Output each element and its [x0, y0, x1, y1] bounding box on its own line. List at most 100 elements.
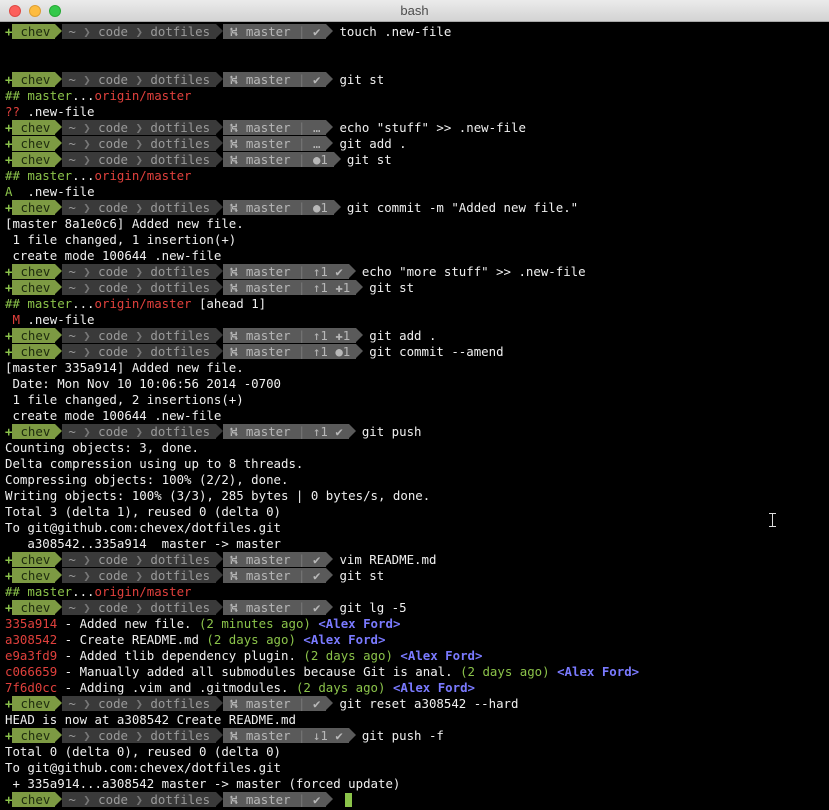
prompt-branch: ⛕ master | ↑1 ●1 — [223, 344, 357, 359]
prompt-home: ~ — [68, 600, 76, 615]
path-separator-icon: ❯ — [75, 552, 99, 567]
prompt-path: ~ ❯ code ❯ dotfiles — [62, 728, 217, 743]
segment-divider: | — [290, 24, 313, 39]
prompt-user: chev — [12, 552, 56, 567]
title-bar[interactable]: bash — [0, 0, 829, 22]
branch-icon: ⛕ — [229, 120, 239, 135]
segment-arrow-icon — [55, 136, 63, 150]
prompt-path: ~ ❯ code ❯ dotfiles — [62, 552, 217, 567]
log-entry: 335a914 - Added new file. (2 minutes ago… — [0, 616, 829, 632]
branch-name: master — [245, 728, 291, 743]
git-status: … — [312, 136, 321, 151]
prompt-plus: + — [5, 600, 13, 615]
prompt-home: ~ — [68, 280, 76, 295]
prompt-path-segment: dotfiles — [150, 120, 211, 135]
commit-time: (2 days ago) — [206, 632, 296, 647]
prompt-plus: + — [5, 136, 13, 151]
segment-arrow-icon — [216, 728, 224, 742]
command-text: git commit -m "Added new file." — [346, 200, 579, 215]
prompt-branch: ⛕ master | ✔ — [223, 72, 327, 87]
prompt-path-segment: dotfiles — [150, 200, 211, 215]
path-separator-icon: ❯ — [75, 200, 99, 215]
commit-message: - Create README.md — [57, 632, 207, 647]
prompt-user: chev — [12, 280, 56, 295]
prompt-home: ~ — [68, 72, 76, 87]
prompt-path-segment: code — [98, 72, 129, 87]
output-line: Writing objects: 100% (3/3), 285 bytes |… — [5, 488, 431, 503]
prompt-branch: ⛕ master | ✔ — [223, 792, 327, 807]
branch-name: master — [245, 72, 291, 87]
prompt-line: + chev ~ ❯ code ❯ dotfiles ⛕ master | ↓1 ✔ g… — [0, 728, 829, 744]
path-separator-icon: ❯ — [128, 200, 151, 215]
commit-hash: a308542 — [5, 632, 58, 647]
path-separator-icon: ❯ — [75, 568, 99, 583]
segment-arrow-icon — [216, 136, 224, 150]
path-separator-icon: ❯ — [128, 552, 151, 567]
path-separator-icon: ❯ — [128, 72, 151, 87]
prompt-path-segment: code — [98, 728, 129, 743]
prompt-user: chev — [12, 120, 56, 135]
prompt-plus: + — [5, 24, 13, 39]
prompt-branch: ⛕ master | ●1 — [223, 200, 334, 215]
commit-author: <Alex Ford> — [318, 616, 401, 631]
prompt-branch: ⛕ master | … — [223, 120, 327, 135]
prompt-home: ~ — [68, 152, 76, 167]
log-entry: a308542 - Create README.md (2 days ago) … — [0, 632, 829, 648]
prompt-line: + chev ~ ❯ code ❯ dotfiles ⛕ master | ↑1 ✔ e… — [0, 264, 829, 280]
prompt-user: chev — [12, 264, 56, 279]
segment-divider: | — [290, 728, 313, 743]
prompt-path-segment: code — [98, 600, 129, 615]
local-branch: ## master — [5, 296, 73, 311]
prompt-line: + chev ~ ❯ code ❯ dotfiles ⛕ master | ✔ touc… — [0, 24, 829, 40]
log-entry: c066659 - Manually added all submodules … — [0, 664, 829, 680]
branch-name: master — [245, 600, 291, 615]
prompt-path: ~ ❯ code ❯ dotfiles — [62, 24, 217, 39]
prompt-home: ~ — [68, 792, 76, 807]
segment-arrow-icon — [216, 280, 224, 294]
prompt-branch: ⛕ master | ●1 — [223, 152, 334, 167]
prompt-home: ~ — [68, 24, 76, 39]
command-text: git st — [346, 152, 392, 167]
commit-time: (2 days ago) — [460, 664, 550, 679]
segment-arrow-icon — [216, 328, 224, 342]
log-entry: 7f6d0cc - Adding .vim and .gitmodules. (… — [0, 680, 829, 696]
prompt-path: ~ ❯ code ❯ dotfiles — [62, 280, 217, 295]
command-text: git reset a308542 --hard — [339, 696, 519, 711]
commit-message: - Adding .vim and .gitmodules. — [57, 680, 296, 695]
file-name: .new-file — [12, 184, 95, 199]
commit-message: - Added new file. — [57, 616, 199, 631]
command-text: git lg -5 — [339, 600, 407, 615]
branch-icon: ⛕ — [229, 200, 239, 215]
command-text: git st — [369, 280, 415, 295]
commit-message: - Added tlib dependency plugin. — [57, 648, 304, 663]
local-branch: ## master — [5, 88, 73, 103]
prompt-line: + chev ~ ❯ code ❯ dotfiles ⛕ master | ✔ — [0, 792, 829, 808]
prompt-line: + chev ~ ❯ code ❯ dotfiles ⛕ master | ↑1 ✚1… — [0, 328, 829, 344]
segment-arrow-icon — [216, 696, 224, 710]
prompt-branch: ⛕ master | ✔ — [223, 568, 327, 583]
command-text: git commit --amend — [369, 344, 504, 359]
branch-icon: ⛕ — [229, 152, 239, 167]
prompt-branch: ⛕ master | ✔ — [223, 552, 327, 567]
prompt-path: ~ ❯ code ❯ dotfiles — [62, 568, 217, 583]
terminal-output[interactable]: + chev ~ ❯ code ❯ dotfiles ⛕ master | ✔ touc… — [0, 24, 829, 810]
prompt-path-segment: code — [98, 568, 129, 583]
output-line: [master 8a1e0c6] Added new file. — [5, 216, 244, 231]
segment-arrow-icon — [216, 424, 224, 438]
git-status: ✔ — [312, 792, 321, 807]
prompt-plus: + — [5, 120, 13, 135]
prompt-home: ~ — [68, 136, 76, 151]
branch-name: master — [245, 200, 291, 215]
path-separator-icon: ❯ — [128, 120, 151, 135]
prompt-path: ~ ❯ code ❯ dotfiles — [62, 328, 217, 343]
prompt-path-segment: code — [98, 552, 129, 567]
output-line: Counting objects: 3, done. — [5, 440, 199, 455]
command-text: git add . — [339, 136, 407, 151]
command-text: vim README.md — [339, 552, 437, 567]
path-separator-icon: ❯ — [75, 328, 99, 343]
output-line: To git@github.com:chevex/dotfiles.git — [5, 520, 282, 535]
commit-hash: e9a3fd9 — [5, 648, 58, 663]
prompt-line: + chev ~ ❯ code ❯ dotfiles ⛕ master | ✔ git … — [0, 696, 829, 712]
path-separator-icon: ❯ — [75, 424, 99, 439]
